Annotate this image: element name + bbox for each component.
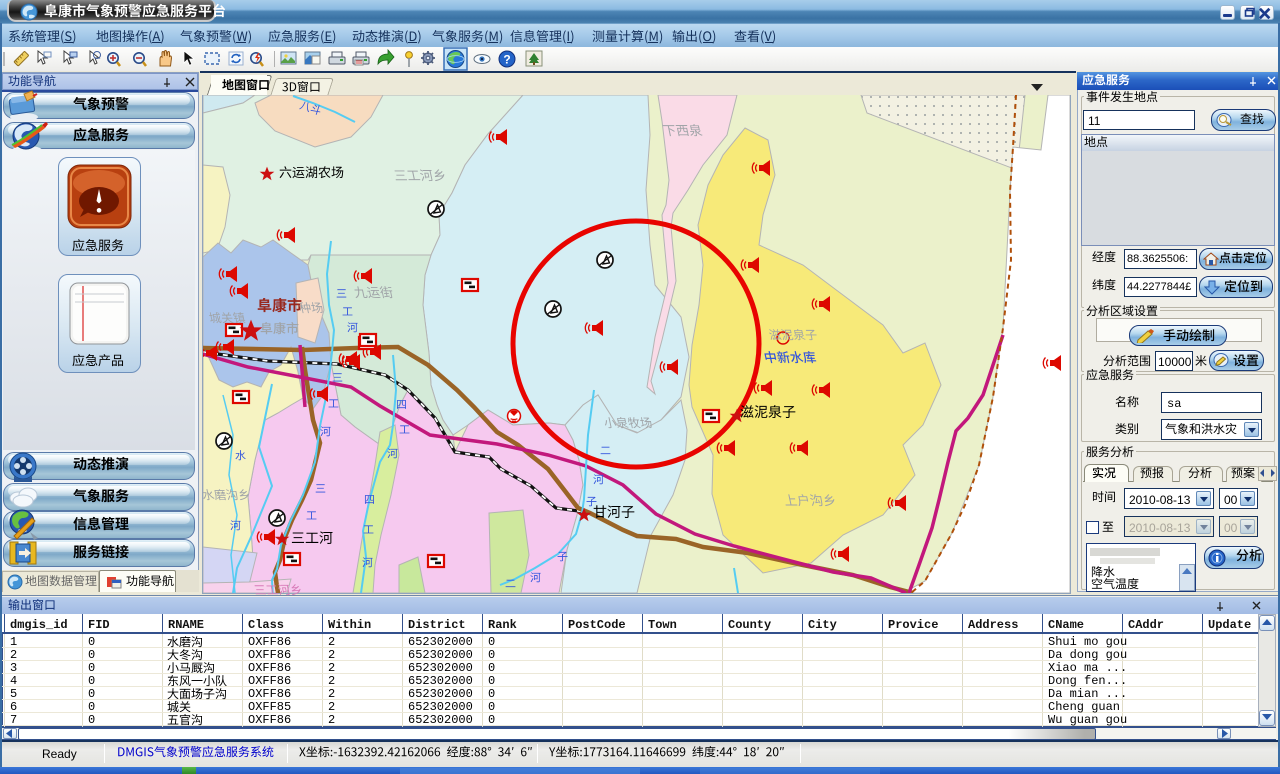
- svg-text:?: ?: [503, 53, 510, 67]
